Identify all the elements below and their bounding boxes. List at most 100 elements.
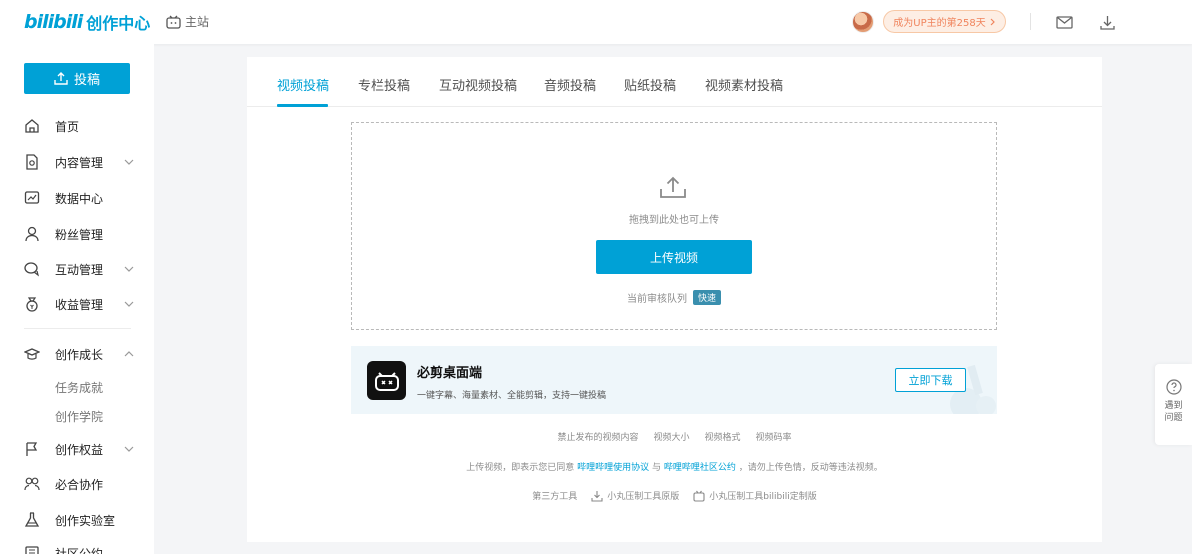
moneybag-icon	[26, 297, 38, 312]
sidebar-item-rights[interactable]: 创作权益	[0, 436, 154, 462]
sidebar-item-fans[interactable]: 粉丝管理	[0, 221, 154, 247]
sidebar-item-label: 数据中心	[55, 191, 104, 206]
chevron-right-icon	[990, 18, 995, 25]
chevron-up-icon	[124, 351, 134, 357]
download-icon	[1099, 15, 1115, 30]
tab-article[interactable]: 专栏投稿	[358, 75, 410, 94]
sidebar-item-label: 社区公约	[55, 546, 104, 554]
tab-interactive-video[interactable]: 互动视频投稿	[439, 75, 517, 94]
graduation-cap-icon	[24, 348, 40, 360]
upload-icon	[54, 72, 68, 85]
download-now-button[interactable]: 立即下载	[895, 368, 966, 392]
sidebar-item-label: 粉丝管理	[55, 227, 104, 242]
agreement-suffix: ，请勿上传色情，反动等违法视频。	[738, 463, 883, 473]
upload-dropzone[interactable]: 拖拽到此处也可上传 上传视频 当前审核队列 快速	[351, 122, 997, 330]
sidebar-item-label: 互动管理	[55, 262, 104, 277]
tab-video[interactable]: 视频投稿	[277, 75, 329, 94]
upload-video-button[interactable]: 上传视频	[596, 240, 752, 274]
divider	[1030, 13, 1031, 30]
logo[interactable]: bilibili 创作中心	[24, 10, 150, 34]
tv-icon	[166, 15, 181, 29]
chart-icon	[24, 191, 40, 204]
chat-icon	[24, 262, 39, 277]
question-icon	[1165, 379, 1182, 395]
up-days-badge[interactable]: 成为UP主的第258天	[883, 10, 1006, 33]
logo-text: bilibili	[24, 11, 83, 33]
avatar[interactable]	[852, 11, 874, 33]
agreement-prefix: 上传视频，即表示您已同意	[466, 463, 575, 473]
home-link-label: 主站	[185, 15, 210, 29]
queue-status-badge: 快速	[692, 290, 721, 305]
sidebar-item-label: 内容管理	[55, 155, 104, 170]
tool-original-label: 小丸压制工具原版	[607, 492, 680, 502]
sidebar-item-home[interactable]: 首页	[0, 113, 154, 139]
flask-icon	[24, 512, 40, 527]
submit-button[interactable]: 投稿	[24, 63, 130, 94]
third-party-tools: 第三方工具 小丸压制工具原版 小丸压制工具bilibili定制版	[247, 489, 1102, 502]
sidebar-item-label: 必合协作	[55, 477, 104, 492]
chevron-down-icon	[124, 301, 134, 307]
sidebar-item-collab[interactable]: 必合协作	[0, 471, 154, 497]
logo-suffix: 创作中心	[86, 14, 151, 33]
tool-original-link[interactable]: 小丸压制工具原版	[591, 489, 679, 502]
tool-bilibili-link[interactable]: 小丸压制工具bilibili定制版	[693, 489, 817, 502]
help-label: 遇到问题	[1164, 401, 1183, 423]
chevron-down-icon	[124, 446, 134, 452]
sidebar-item-content[interactable]: 内容管理	[0, 149, 154, 175]
tab-sticker[interactable]: 贴纸投稿	[624, 75, 676, 94]
community-convention-link[interactable]: 哔哩哔哩社区公约	[664, 463, 736, 473]
active-tab-indicator	[277, 104, 328, 107]
tab-audio[interactable]: 音频投稿	[544, 75, 596, 94]
tv-icon	[693, 490, 705, 502]
home-link[interactable]: 主站	[166, 13, 209, 30]
sidebar-item-label: 创作权益	[55, 442, 104, 457]
mail-icon	[1055, 15, 1073, 29]
home-icon	[25, 119, 39, 133]
message-button[interactable]	[1054, 12, 1074, 32]
submit-button-label: 投稿	[73, 73, 100, 88]
upload-info-links: 禁止发布的视频内容 视频大小 视频格式 视频码率	[247, 430, 1102, 443]
agreement-middle: 与	[651, 463, 661, 473]
bijian-logo-icon	[367, 361, 406, 400]
link-prohibited-content[interactable]: 禁止发布的视频内容	[557, 430, 638, 443]
sidebar-subitem-academy[interactable]: 创作学院	[55, 408, 103, 425]
sidebar-item-growth[interactable]: 创作成长	[0, 341, 154, 367]
upload-cloud-icon	[660, 176, 686, 198]
sidebar-item-label: 创作实验室	[55, 513, 116, 528]
book-icon	[25, 546, 39, 554]
terms-of-use-link[interactable]: 哔哩哔哩使用协议	[577, 463, 649, 473]
sidebar: 投稿 首页 内容管理 数据中心 粉丝管理 互动管理 收益管理 创作成长 任务成就…	[0, 44, 154, 554]
sidebar-item-interaction[interactable]: 互动管理	[0, 256, 154, 282]
document-icon	[26, 154, 38, 170]
tool-bilibili-label: 小丸压制工具bilibili定制版	[709, 492, 817, 502]
download-icon	[591, 490, 603, 502]
link-video-bitrate[interactable]: 视频码率	[756, 430, 792, 443]
queue-label: 当前审核队列	[626, 294, 687, 305]
sidebar-item-lab[interactable]: 创作实验室	[0, 507, 154, 533]
link-video-format[interactable]: 视频格式	[705, 430, 741, 443]
drop-hint: 拖拽到此处也可上传	[629, 215, 719, 226]
sidebar-item-data[interactable]: 数据中心	[0, 185, 154, 211]
download-button[interactable]	[1097, 12, 1117, 32]
bijian-description: 一键字幕、海量素材、全能剪辑，支持一键投稿	[417, 391, 607, 401]
sidebar-divider	[24, 328, 131, 329]
upload-panel: 视频投稿 专栏投稿 互动视频投稿 音频投稿 贴纸投稿 视频素材投稿 拖拽到此处也…	[247, 57, 1102, 542]
flag-icon	[26, 442, 38, 456]
up-days-text: 成为UP主的第258天	[893, 18, 986, 29]
sidebar-item-label: 收益管理	[55, 297, 104, 312]
top-bar: bilibili 创作中心 主站 成为UP主的第258天	[0, 0, 1192, 44]
bijian-promo-banner: 必剪桌面端 一键字幕、海量素材、全能剪辑，支持一键投稿 立即下载	[351, 346, 997, 414]
sidebar-item-label: 创作成长	[55, 347, 104, 362]
tab-video-material[interactable]: 视频素材投稿	[705, 75, 783, 94]
chevron-down-icon	[124, 159, 134, 165]
sidebar-item-label: 首页	[55, 119, 80, 134]
sidebar-item-revenue[interactable]: 收益管理	[0, 291, 154, 317]
people-icon	[24, 477, 40, 491]
sidebar-subitem-tasks[interactable]: 任务成就	[55, 379, 103, 396]
tools-label: 第三方工具	[532, 492, 578, 502]
help-float-button[interactable]: 遇到问题	[1155, 364, 1192, 445]
link-video-size[interactable]: 视频大小	[653, 430, 689, 443]
chevron-down-icon	[124, 266, 134, 272]
sidebar-item-convention[interactable]: 社区公约	[0, 540, 154, 554]
review-queue: 当前审核队列 快速	[352, 290, 996, 305]
